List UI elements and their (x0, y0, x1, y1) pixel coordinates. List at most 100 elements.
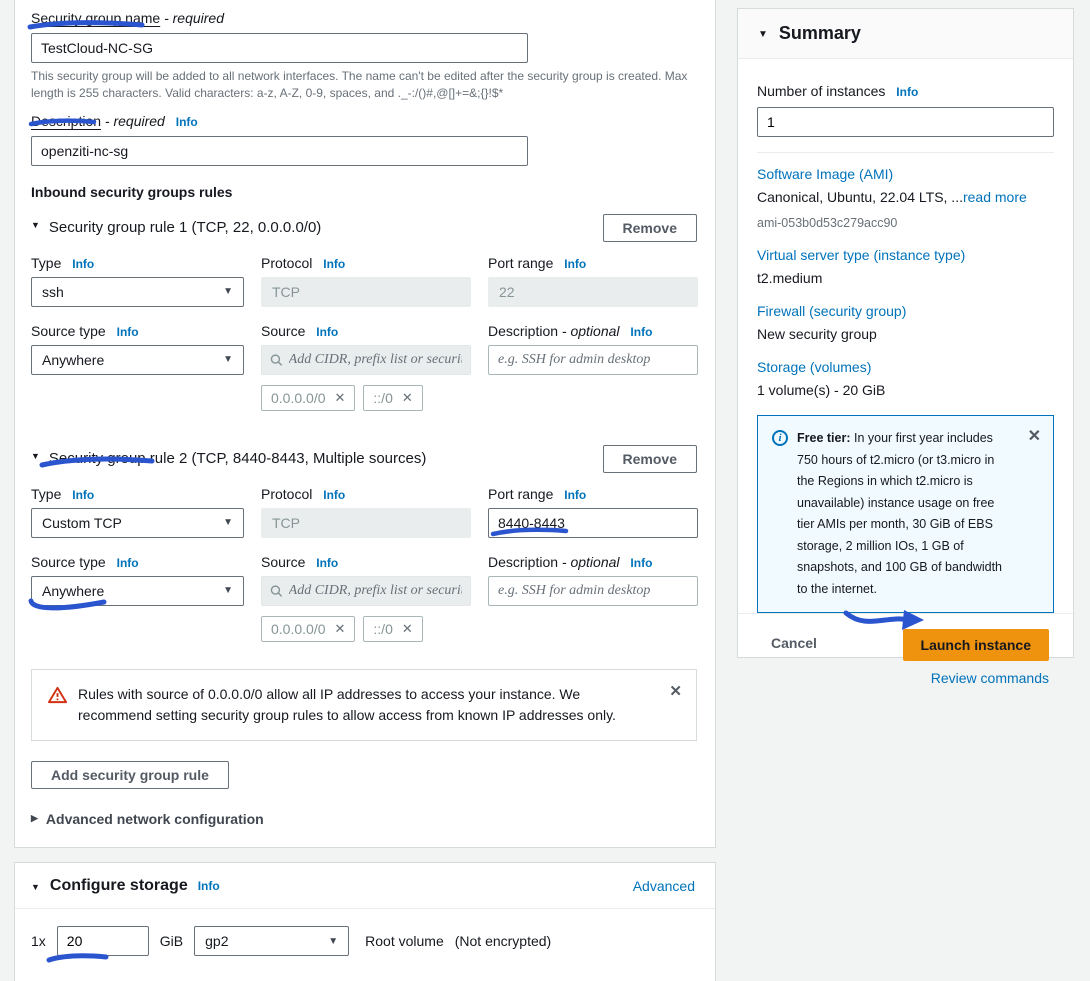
number-of-instances-input[interactable] (757, 107, 1054, 137)
rule1-description-label: Description - optional Info (488, 323, 698, 339)
open-cidr-warning: Rules with source of 0.0.0.0/0 allow all… (31, 669, 697, 741)
cancel-button[interactable]: Cancel (771, 629, 817, 651)
source-type-info-link[interactable]: Info (117, 556, 139, 570)
rule2-header[interactable]: ▼ Security group rule 2 (TCP, 8440-8443,… (31, 450, 426, 467)
chevron-down-icon: ▼ (758, 29, 768, 40)
chevron-down-icon: ▼ (31, 882, 40, 892)
rule1-type-label: Type Info (31, 255, 244, 271)
description-info-link[interactable]: Info (630, 556, 652, 570)
close-icon[interactable]: ✕ (402, 390, 413, 406)
warning-icon (48, 686, 67, 704)
encryption-status: (Not encrypted) (455, 933, 551, 949)
firewall-section: Firewall (security group) New security g… (757, 303, 1054, 342)
firewall-value: New security group (757, 326, 1054, 342)
rule2-source-searchbox[interactable] (261, 576, 471, 606)
volume-unit-label: GiB (160, 933, 183, 949)
configure-storage-header[interactable]: ▼ Configure storage Info (31, 877, 220, 895)
inbound-rules-title: Inbound security groups rules (31, 184, 697, 200)
summary-header[interactable]: ▼ Summary (738, 9, 1073, 59)
read-more-link[interactable]: read more (963, 189, 1027, 205)
close-icon[interactable]: ✕ (335, 390, 346, 406)
rule1-port-label: Port range Info (488, 255, 698, 271)
rule1-header[interactable]: ▼ Security group rule 1 (TCP, 22, 0.0.0.… (31, 219, 321, 236)
rule1-source-input[interactable] (289, 352, 462, 368)
rule1-remove-button[interactable]: Remove (603, 214, 697, 242)
rule2-source-label: Source Info (261, 554, 471, 570)
summary-panel: ▼ Summary Number of instances Info Softw… (737, 8, 1074, 658)
firewall-link[interactable]: Firewall (security group) (757, 303, 906, 319)
close-icon[interactable]: ✕ (669, 682, 682, 700)
chevron-down-icon: ▼ (223, 585, 233, 596)
instances-info-link[interactable]: Info (896, 85, 918, 99)
ami-id: ami-053b0d53c279acc90 (757, 216, 1054, 230)
search-icon (270, 584, 283, 598)
storage-advanced-link[interactable]: Advanced (633, 878, 695, 894)
security-group-name-input[interactable] (31, 33, 528, 63)
close-icon[interactable]: ✕ (402, 621, 413, 637)
number-of-instances-label: Number of instances Info (757, 83, 1054, 99)
divider (757, 152, 1054, 153)
rule2-port-input[interactable] (488, 508, 698, 538)
cidr-chip: 0.0.0.0/0 ✕ (261, 616, 355, 642)
rule2-remove-button[interactable]: Remove (603, 445, 697, 473)
volume-type-select[interactable]: gp2 ▼ (194, 926, 349, 956)
rule1-type-select[interactable]: ssh ▼ (31, 277, 244, 307)
security-group-name-label: Security group name - required (31, 10, 697, 26)
rule1-description-input[interactable] (488, 345, 698, 375)
chevron-right-icon: ▶ (31, 813, 38, 824)
type-info-link[interactable]: Info (72, 488, 94, 502)
rule1-source-type-select[interactable]: Anywhere ▼ (31, 345, 244, 375)
rule2-type-select[interactable]: Custom TCP ▼ (31, 508, 244, 538)
close-icon[interactable]: ✕ (1028, 426, 1041, 446)
configure-storage-panel: ▼ Configure storage Info Advanced 1x GiB… (14, 862, 716, 981)
source-type-info-link[interactable]: Info (117, 325, 139, 339)
protocol-info-link[interactable]: Info (323, 257, 345, 271)
description-label: Description - required Info (31, 113, 697, 129)
source-info-link[interactable]: Info (316, 556, 338, 570)
advanced-network-configuration-toggle[interactable]: ▶ Advanced network configuration (31, 811, 697, 827)
description-input[interactable] (31, 136, 528, 166)
info-icon: i (772, 430, 788, 446)
source-info-link[interactable]: Info (316, 325, 338, 339)
software-image-value: Canonical, Ubuntu, 22.04 LTS, ...read mo… (757, 189, 1054, 212)
launch-instance-button[interactable]: Launch instance (903, 629, 1049, 661)
search-icon (270, 353, 283, 367)
rule2-type-label: Type Info (31, 486, 244, 502)
volume-count-label: 1x (31, 933, 46, 949)
port-range-info-link[interactable]: Info (564, 257, 586, 271)
protocol-info-link[interactable]: Info (323, 488, 345, 502)
rule1-source-label: Source Info (261, 323, 471, 339)
storage-info-link[interactable]: Info (198, 879, 220, 893)
free-tier-text: Free tier: In your first year includes 7… (797, 428, 1013, 600)
rule2-description-input[interactable] (488, 576, 698, 606)
rule2-protocol-value: TCP (261, 508, 471, 538)
volume-size-input[interactable] (57, 926, 149, 956)
instance-type-section: Virtual server type (instance type) t2.m… (757, 247, 1054, 286)
instance-type-link[interactable]: Virtual server type (instance type) (757, 247, 965, 263)
close-icon[interactable]: ✕ (335, 621, 346, 637)
rule1-source-searchbox[interactable] (261, 345, 471, 375)
description-info-link[interactable]: Info (630, 325, 652, 339)
root-volume-label: Root volume (365, 933, 444, 949)
add-security-group-rule-button[interactable]: Add security group rule (31, 761, 229, 789)
free-tier-infobox: i Free tier: In your first year includes… (757, 415, 1054, 613)
security-group-name-help: This security group will be added to all… (31, 68, 695, 103)
chevron-down-icon: ▼ (31, 220, 40, 230)
rule2-source-type-select[interactable]: Anywhere ▼ (31, 576, 244, 606)
description-info-link[interactable]: Info (176, 115, 198, 129)
type-info-link[interactable]: Info (72, 257, 94, 271)
rule2-source-type-label: Source type Info (31, 554, 244, 570)
chevron-down-icon: ▼ (31, 451, 40, 461)
rule2-source-input[interactable] (289, 583, 462, 599)
chevron-down-icon: ▼ (223, 286, 233, 297)
rule1-source-type-label: Source type Info (31, 323, 244, 339)
review-commands-link[interactable]: Review commands (931, 670, 1049, 686)
storage-volumes-link[interactable]: Storage (volumes) (757, 359, 871, 375)
instance-type-value: t2.medium (757, 270, 1054, 286)
cidr-chip: ::/0 ✕ (363, 616, 422, 642)
security-group-panel: Security group name - required This secu… (14, 0, 716, 848)
software-image-section: Software Image (AMI) Canonical, Ubuntu, … (757, 166, 1054, 230)
software-image-link[interactable]: Software Image (AMI) (757, 166, 893, 182)
port-range-info-link[interactable]: Info (564, 488, 586, 502)
rule1-port-value: 22 (488, 277, 698, 307)
